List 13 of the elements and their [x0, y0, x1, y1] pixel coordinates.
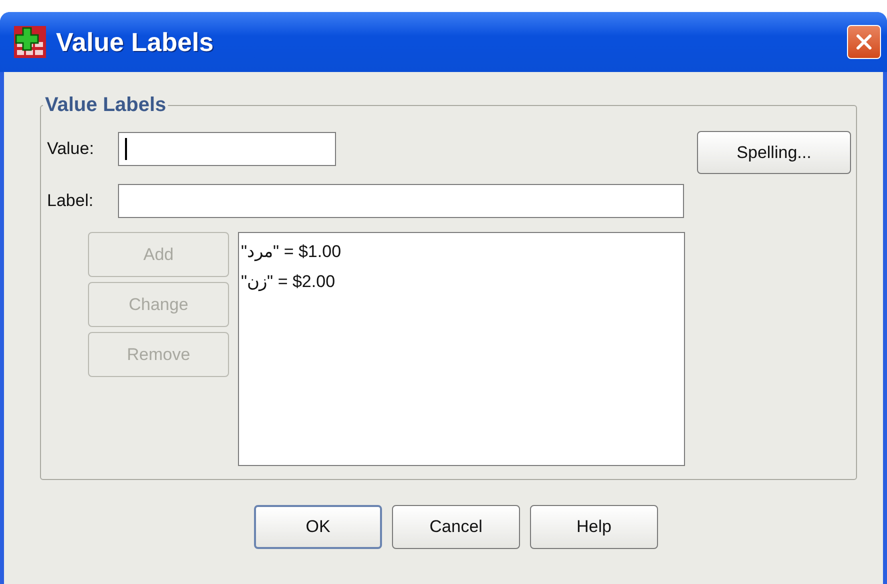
dialog-button[interactable]: Help [530, 505, 658, 549]
dialog-button[interactable]: Cancel [392, 505, 520, 549]
spelling-button[interactable]: Spelling... [697, 131, 851, 174]
grid-plus-icon [14, 26, 46, 58]
close-button[interactable] [847, 25, 881, 59]
dialog-button[interactable]: OK [254, 505, 382, 549]
window-title: Value Labels [56, 26, 215, 58]
value-field[interactable] [118, 132, 336, 166]
close-icon [854, 32, 874, 52]
value-label: Value: [47, 138, 95, 158]
label-field[interactable] [118, 184, 684, 218]
label-label: Label: [47, 191, 94, 211]
group-title: Value Labels [44, 94, 168, 117]
